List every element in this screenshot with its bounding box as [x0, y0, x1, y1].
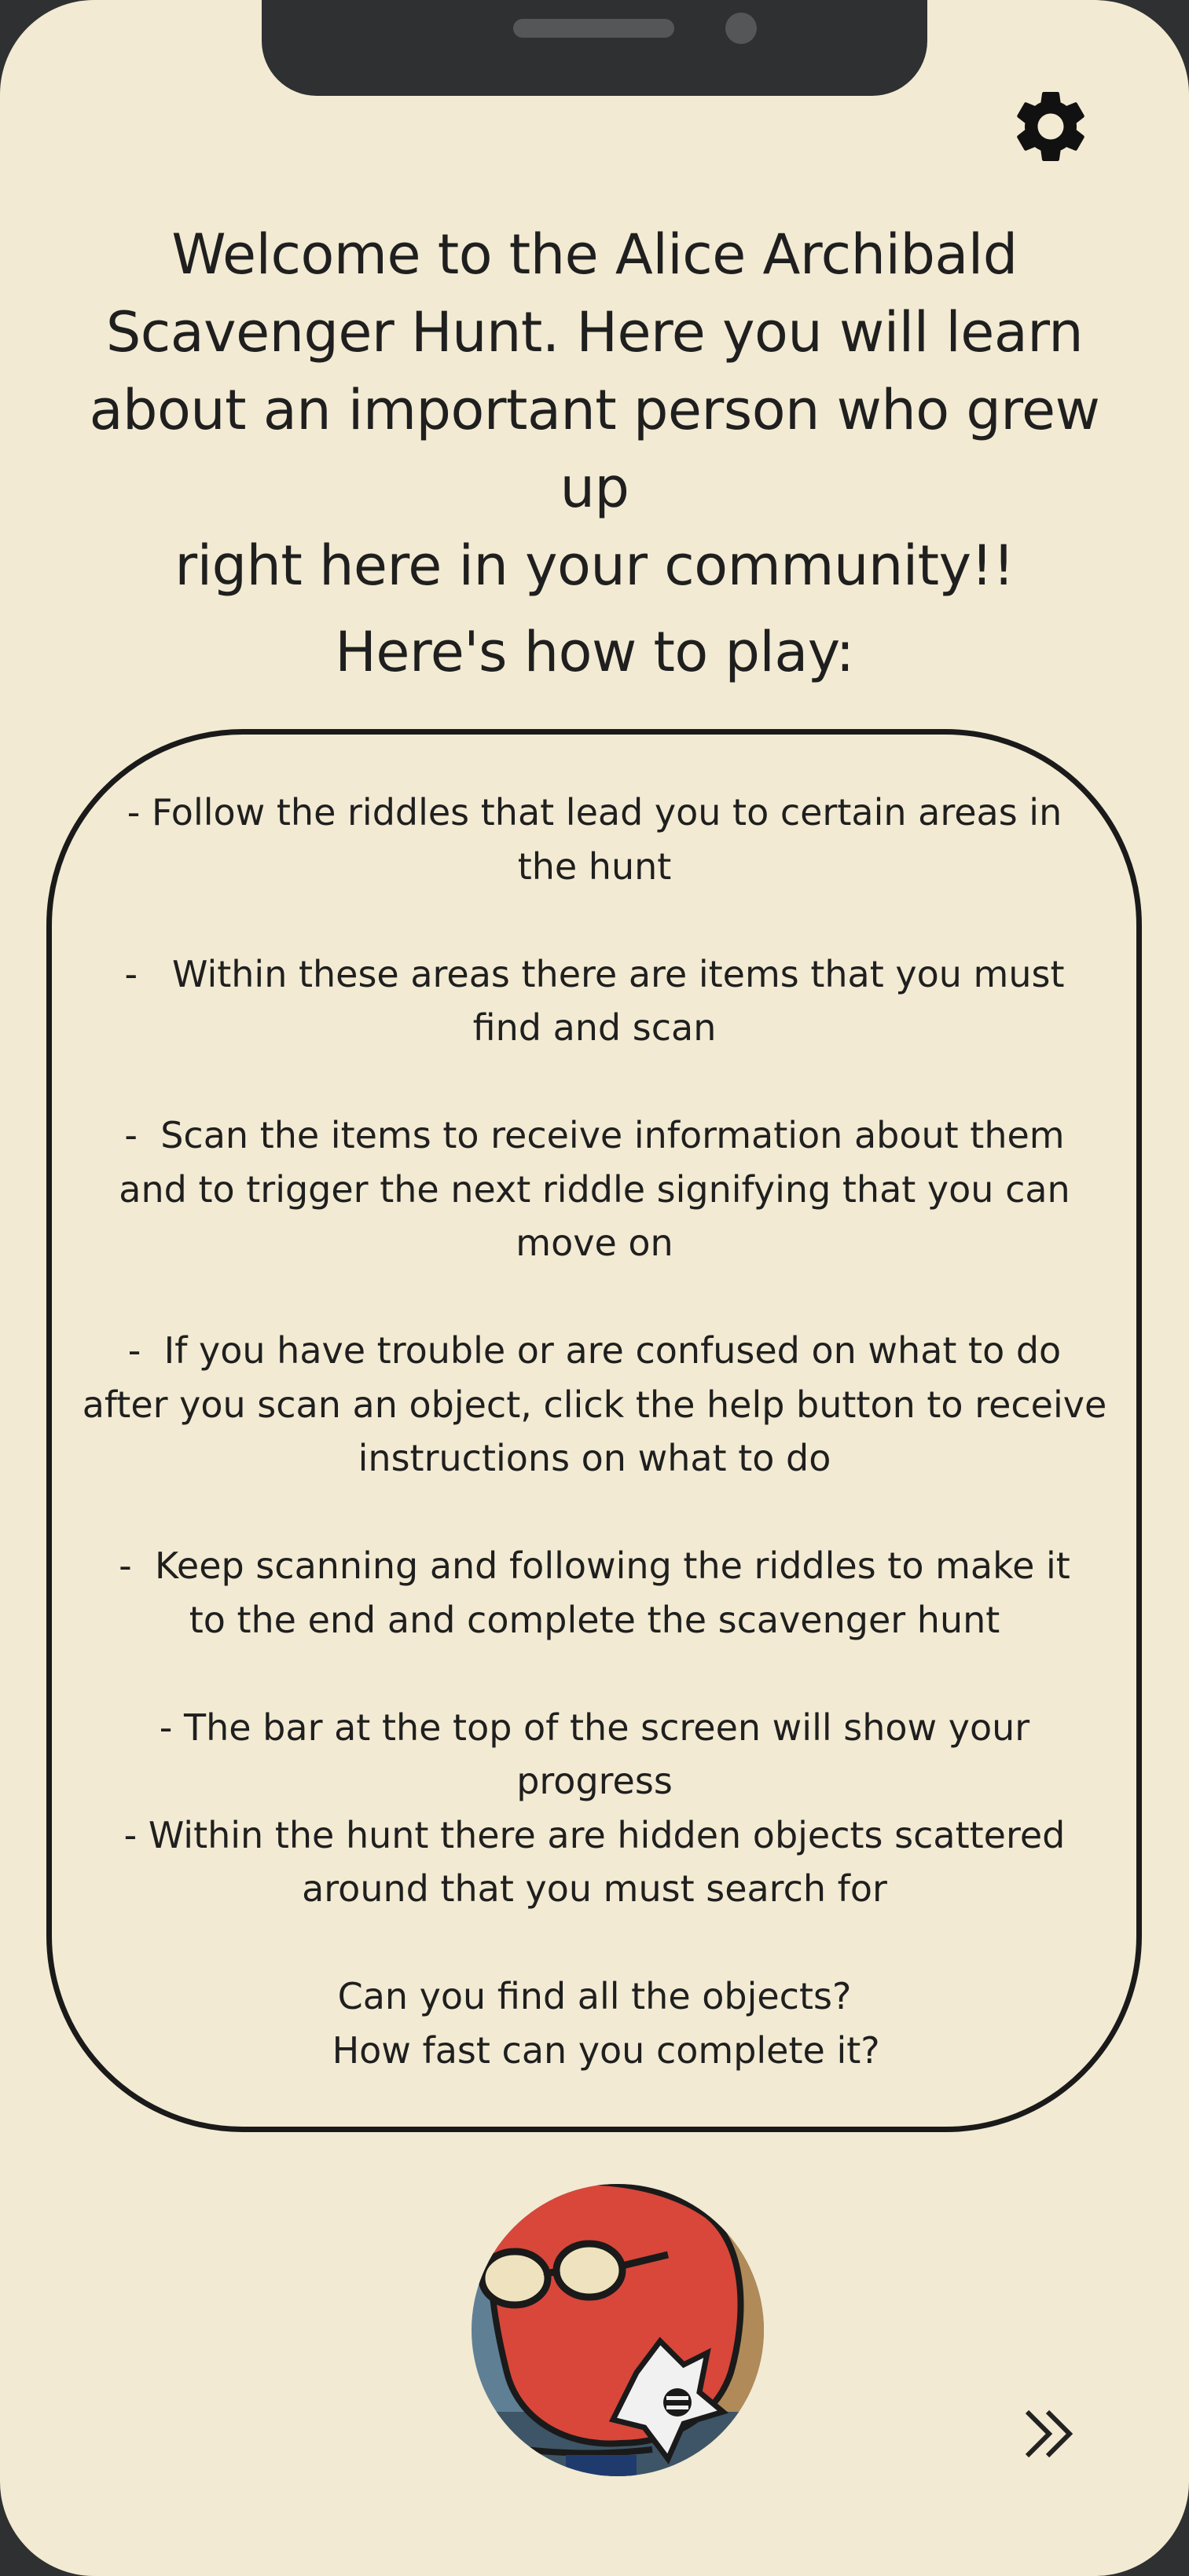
rule-line: - Scan the items to receive information … — [124, 1114, 1065, 1156]
welcome-message: Welcome to the Alice Archibald Scavenger… — [55, 216, 1134, 605]
welcome-line: Scavenger Hunt. Here you will learn — [105, 300, 1084, 365]
gear-icon — [1017, 92, 1084, 161]
rule-line: around that you must search for — [302, 1867, 887, 1910]
phone-notch — [262, 0, 927, 96]
rule-item: - Within these areas there are items tha… — [71, 947, 1118, 1055]
welcome-line: about an important person who grew up — [89, 378, 1100, 520]
rule-line: - Within these areas there are items tha… — [124, 952, 1065, 995]
app-screen: Welcome to the Alice Archibald Scavenger… — [0, 0, 1189, 2576]
rule-item: Can you find all the objects? How fast c… — [71, 1970, 1118, 2077]
rule-line: progress — [516, 1760, 673, 1802]
rule-line: move on — [516, 1222, 673, 1264]
rule-line: - The bar at the top of the screen will … — [159, 1706, 1030, 1749]
rule-line: instructions on what to do — [358, 1437, 831, 1479]
rule-item: - The bar at the top of the screen will … — [71, 1701, 1118, 1916]
how-to-play-heading: Here's how to play: — [335, 620, 854, 684]
rule-line: after you scan an object, click the help… — [82, 1383, 1107, 1426]
rule-line: - Within the hunt there are hidden objec… — [123, 1813, 1066, 1856]
settings-button[interactable] — [1007, 83, 1094, 170]
rule-line: - If you have trouble or are confused on… — [127, 1329, 1062, 1372]
avatar — [472, 2184, 764, 2476]
next-button[interactable] — [1018, 2402, 1081, 2465]
rule-item: - Keep scanning and following the riddle… — [71, 1539, 1118, 1647]
rule-item: - Follow the riddles that lead you to ce… — [71, 786, 1118, 893]
rule-line: to the end and complete the scavenger hu… — [189, 1598, 1000, 1641]
rule-line: How fast can you complete it? — [309, 2028, 880, 2072]
notch-camera — [725, 13, 757, 44]
rule-line: - Keep scanning and following the riddle… — [119, 1545, 1070, 1587]
rule-item: - Scan the items to receive information … — [71, 1108, 1118, 1270]
welcome-line: right here in your community!! — [174, 533, 1015, 598]
rules-list: - Follow the riddles that lead you to ce… — [71, 786, 1118, 2077]
rule-line: - Follow the riddles that lead you to ce… — [127, 791, 1062, 834]
rule-line: Can you find all the objects? — [337, 1975, 852, 2017]
welcome-line: Welcome to the Alice Archibald — [171, 222, 1018, 287]
notch-speaker — [513, 19, 674, 38]
alice-archibald-mural-image — [472, 2184, 764, 2476]
rule-line: the hunt — [517, 845, 672, 888]
double-chevron-right-icon — [1025, 2409, 1073, 2458]
rule-line: find and scan — [472, 1006, 717, 1049]
rule-item: - If you have trouble or are confused on… — [71, 1324, 1118, 1486]
rule-line: and to trigger the next riddle signifyin… — [119, 1167, 1070, 1211]
